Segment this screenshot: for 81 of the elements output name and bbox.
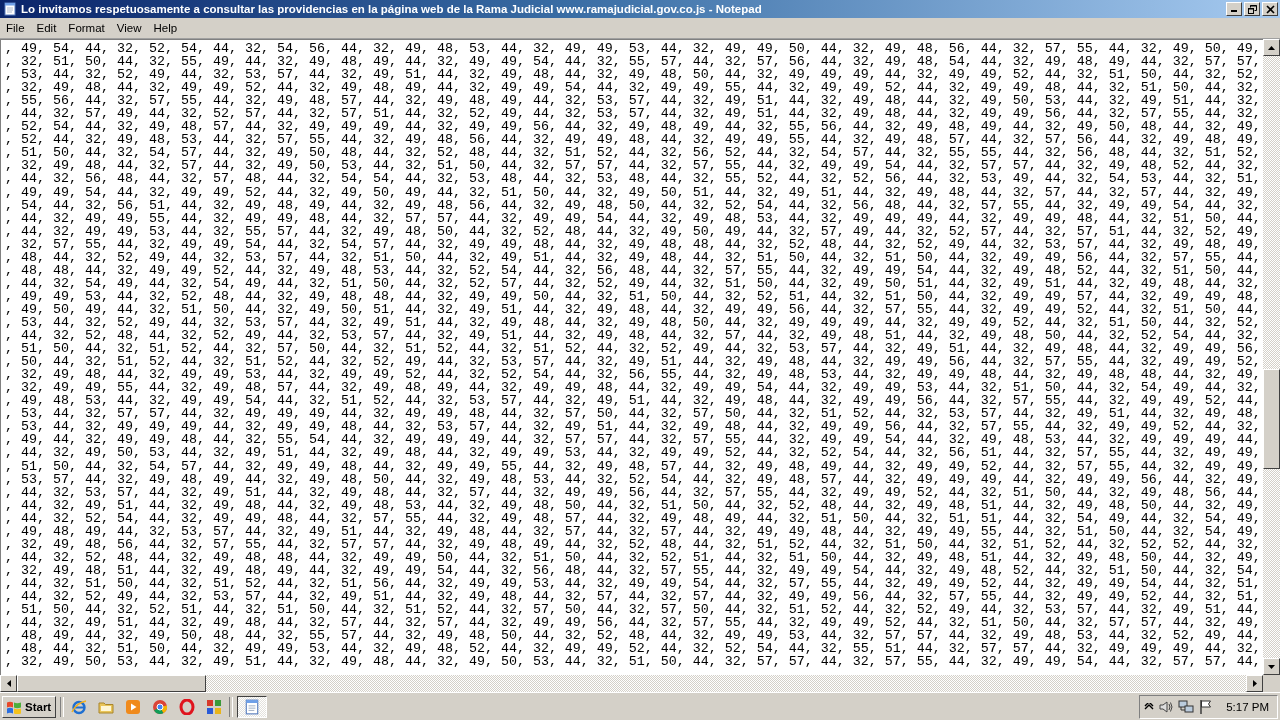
text-line: , 32, 49, 49, 55, 44, 32, 49, 48, 57, 44, 32, 49, 48, 49, 44, 32, 49, 49, 48, 44, 32, 49, 49, 54, 44, 32, 49, 49, 53, 44, 32, 51, 50, 44, 32, 54, 49, 44, 32, bbox=[5, 381, 1261, 395]
text-line: , 49, 49, 54, 44, 32, 49, 49, 52, 44, 32, 49, 50, 49, 44, 32, 51, 50, 44, 32, 49, 50, 51, 44, 32, 49, 51, 44, 32, 49, 48, 44, 32, 57, 44, 32, 57, 44, 32, 49, bbox=[5, 185, 1261, 199]
text-line: , 51, 50, 44, 32, 51, 52, 44, 32, 57, 50, 44, 32, 51, 52, 44, 32, 51, 52, 44, 32, 52, 49, 44, 32, 53, 57, 44, 32, 49, 51, 44, 32, 49, 48, 44, 32, 49, 49, 56, bbox=[5, 342, 1261, 356]
scroll-down-button[interactable] bbox=[1263, 658, 1280, 675]
text-line: , 55, 56, 44, 32, 57, 55, 44, 32, 49, 48, 57, 44, 32, 49, 48, 49, 44, 32, 53, 57, 44, 32, 49, 51, 44, 32, 49, 48, 44, 32, 49, 50, 53, 44, 32, 49, 51, 44, 32, bbox=[5, 94, 1261, 108]
speaker-icon[interactable] bbox=[1158, 698, 1175, 715]
text-line: , 32, 57, 55, 44, 32, 49, 49, 54, 44, 32, 54, 57, 44, 32, 49, 49, 48, 44, 32, 49, 48, 48, 44, 32, 52, 48, 44, 32, 52, 49, 44, 32, 53, 57, 44, 32, 49, 48, 49, bbox=[5, 237, 1261, 251]
text-line: , 49, 44, 32, 49, 49, 48, 44, 32, 55, 54, 44, 32, 49, 49, 49, 44, 32, 57, 57, 44, 32, 57, 55, 44, 32, 49, 49, 54, 44, 32, 49, 48, 53, 44, 32, 49, 49, 49, 44, bbox=[5, 433, 1261, 447]
text-line: , 53, 44, 32, 52, 49, 44, 32, 53, 57, 44, 32, 49, 51, 44, 32, 49, 48, 44, 32, 49, 48, 50, 44, 32, 49, 49, 49, 44, 32, 49, 49, 52, 44, 32, 51, 50, 44, 32, 52, bbox=[5, 316, 1261, 330]
left-arrow-icon bbox=[6, 680, 11, 687]
text-line: , 44, 32, 49, 49, 55, 44, 32, 49, 49, 48, 44, 32, 57, 57, 44, 32, 49, 49, 54, 44, 32, 49, 48, 53, 44, 32, 49, 49, 49, 44, 32, 49, 49, 48, 44, 32, 51, 50, 44, bbox=[5, 211, 1261, 225]
text-line: , 53, 44, 32, 52, 49, 44, 32, 53, 57, 44, 32, 49, 51, 44, 32, 49, 48, 44, 32, 49, 48, 50, 44, 32, 49, 49, 49, 44, 32, 49, 49, 52, 44, 32, 51, 50, 44, 32, 52, bbox=[5, 68, 1261, 82]
menu-item[interactable]: View bbox=[110, 21, 148, 35]
text-line: , 49, 48, 53, 44, 32, 49, 49, 54, 44, 32, 51, 52, 44, 32, 53, 57, 44, 32, 49, 51, 44, 32, 49, 48, 44, 32, 49, 49, 56, 44, 32, 57, 55, 44, 32, 49, 49, 52, 44, bbox=[5, 394, 1261, 408]
close-button[interactable] bbox=[1262, 2, 1278, 16]
text-line: , 53, 57, 44, 32, 49, 48, 49, 44, 32, 49, 48, 50, 44, 32, 49, 48, 53, 44, 32, 52, 54, 44, 32, 49, 48, 57, 44, 32, 49, 49, 49, 44, 32, 49, 49, 56, 44, 32, 49, bbox=[5, 472, 1261, 486]
text-line: , 49, 50, 49, 44, 32, 51, 50, 44, 32, 49, 50, 51, 44, 32, 49, 51, 44, 32, 49, 48, 44, 32, 49, 49, 56, 44, 32, 57, 55, 44, 32, 49, 49, 52, 44, 32, 51, 50, 44, bbox=[5, 302, 1261, 316]
text-line: , 53, 44, 32, 57, 57, 44, 32, 49, 49, 49, 44, 32, 49, 49, 48, 44, 32, 57, 50, 44, 32, 57, 50, 44, 32, 51, 52, 44, 32, 53, 57, 44, 32, 49, 51, 44, 32, 49, 48, bbox=[5, 407, 1261, 421]
text-line: , 32, 49, 48, 56, 44, 32, 57, 55, 44, 32, 57, 57, 44, 32, 49, 48, 49, 44, 32, 52, 48, 44, 32, 51, 52, 44, 32, 51, 50, 44, 32, 51, 52, 44, 32, 52, 52, 44, 32, bbox=[5, 537, 1261, 551]
text-line: , 32, 49, 48, 44, 32, 49, 49, 52, 44, 32, 49, 48, 49, 44, 32, 49, 49, 54, 44, 32, 49, 49, 55, 44, 32, 49, 49, 52, 44, 32, 49, 49, 48, 44, 32, 51, 50, 44, 32, bbox=[5, 81, 1261, 95]
text-line: , 32, 51, 50, 44, 32, 55, 49, 44, 32, 49, 48, 49, 44, 32, 49, 49, 54, 44, 32, 55, 57, 44, 32, 57, 56, 44, 32, 49, 48, 54, 44, 32, 49, 48, 49, 44, 32, 57, 57, bbox=[5, 55, 1261, 69]
chevron-up-icon[interactable] bbox=[1144, 702, 1155, 711]
scroll-up-button[interactable] bbox=[1263, 39, 1280, 56]
text-line: , 44, 32, 53, 57, 44, 32, 49, 51, 44, 32, 49, 48, 44, 32, 57, 44, 32, 49, 49, 56, 44, 32, 57, 55, 44, 32, 49, 49, 52, 44, 32, 51, 50, 44, 32, 49, 48, 56, 44, bbox=[5, 485, 1261, 499]
text-line: , 54, 44, 32, 56, 51, 44, 32, 49, 48, 49, 44, 32, 49, 48, 56, 44, 32, 49, 48, 50, 44, 32, 52, 54, 44, 32, 56, 48, 44, 32, 57, 55, 44, 32, 49, 49, 54, 44, 32, bbox=[5, 198, 1261, 212]
start-button[interactable]: Start bbox=[2, 695, 57, 718]
text-line: , 32, 49, 48, 44, 32, 49, 49, 53, 44, 32, 49, 49, 52, 44, 32, 52, 54, 44, 32, 56, 55, 44, 32, 49, 48, 53, 44, 32, 49, 49, 48, 44, 32, 49, 48, 48, 44, 32, 49, bbox=[5, 368, 1261, 382]
text-line: , 44, 32, 49, 50, 53, 44, 32, 49, 51, 44, 32, 49, 48, 44, 32, 49, 49, 53, 44, 32, 49, 49, 52, 44, 32, 52, 54, 44, 32, 56, 51, 44, 32, 57, 55, 44, 32, 49, 49, bbox=[5, 446, 1261, 460]
menu-item[interactable]: File bbox=[0, 21, 31, 35]
minimize-button[interactable] bbox=[1226, 2, 1242, 16]
text-line: , 48, 44, 32, 52, 49, 44, 32, 53, 57, 44, 32, 51, 50, 44, 32, 49, 51, 44, 32, 49, 48, 44, 32, 51, 50, 44, 32, 51, 50, 44, 32, 49, 49, 56, 44, 32, 57, 55, 44, bbox=[5, 250, 1261, 264]
scroll-thumb[interactable] bbox=[17, 675, 207, 692]
network-icon[interactable] bbox=[1178, 698, 1195, 715]
text-line: , 44, 32, 52, 49, 44, 32, 53, 57, 44, 32, 49, 51, 44, 32, 49, 48, 44, 32, 57, 44, 32, 57, 44, 32, 49, 49, 56, 44, 32, 57, 55, 44, 32, 49, 49, 52, 44, 32, 51, bbox=[5, 589, 1261, 603]
menu-item[interactable]: Format bbox=[62, 21, 111, 35]
text-line: , 49, 54, 44, 32, 52, 54, 44, 32, 54, 56, 44, 32, 49, 48, 53, 44, 32, 49, 49, 53, 44, 32, 49, 49, 50, 44, 32, 49, 48, 56, 44, 32, 57, 55, 44, 32, 49, 50, 49, bbox=[5, 42, 1261, 56]
text-line: , 52, 54, 44, 32, 49, 48, 57, 44, 32, 49, 49, 49, 44, 32, 49, 49, 56, 44, 32, 49, 48, 49, 44, 32, 55, 56, 44, 32, 49, 48, 49, 44, 32, 49, 50, 48, 44, 32, 49, bbox=[5, 120, 1261, 134]
text-line: , 32, 49, 48, 44, 32, 57, 44, 32, 49, 50, 53, 44, 32, 51, 50, 44, 32, 57, 57, 44, 32, 57, 55, 44, 32, 49, 49, 54, 44, 32, 57, 57, 44, 32, 49, 48, 52, 44, 32, bbox=[5, 159, 1261, 173]
text-line: , 52, 44, 32, 49, 48, 53, 44, 32, 57, 55, 44, 32, 49, 48, 56, 44, 32, 49, 49, 48, 44, 32, 49, 49, 55, 44, 32, 49, 48, 57, 44, 32, 57, 56, 44, 32, 49, 48, 49, bbox=[5, 133, 1261, 147]
text-line: , 48, 49, 44, 32, 49, 50, 48, 44, 32, 55, 57, 44, 32, 49, 48, 50, 44, 32, 52, 48, 44, 32, 49, 49, 53, 44, 32, 57, 57, 44, 32, 49, 48, 53, 44, 32, 52, 49, 44, bbox=[5, 629, 1261, 643]
menu-item[interactable]: Edit bbox=[30, 21, 63, 35]
text-line: , 44, 32, 52, 48, 44, 32, 52, 49, 44, 32, 53, 57, 44, 32, 49, 51, 44, 32, 49, 48, 44, 32, 57, 44, 32, 49, 48, 51, 44, 32, 49, 48, 50, 44, 32, 52, 54, 44, 32, bbox=[5, 329, 1261, 343]
close-icon bbox=[1265, 4, 1275, 14]
scroll-thumb[interactable] bbox=[1263, 369, 1280, 470]
text-line: , 51, 50, 44, 32, 54, 57, 44, 32, 49, 49, 48, 44, 32, 49, 49, 55, 44, 32, 49, 48, 57, 44, 32, 49, 48, 49, 44, 32, 49, 49, 52, 44, 32, 57, 55, 44, 32, 49, 49, bbox=[5, 459, 1261, 473]
scroll-left-button[interactable] bbox=[0, 675, 17, 692]
menu-item[interactable]: Help bbox=[147, 21, 184, 35]
scroll-right-button[interactable] bbox=[1246, 675, 1263, 692]
text-line: , 53, 44, 32, 49, 49, 49, 44, 32, 49, 49, 48, 44, 32, 53, 57, 44, 32, 49, 51, 44, 32, 49, 48, 44, 32, 49, 49, 56, 44, 32, 57, 55, 44, 32, 49, 49, 52, 44, 32, bbox=[5, 420, 1261, 434]
right-arrow-icon bbox=[1252, 680, 1257, 687]
text-line: , 44, 32, 52, 48, 44, 32, 49, 48, 48, 44, 32, 49, 49, 50, 44, 32, 51, 50, 44, 32, 52, 51, 44, 32, 51, 50, 44, 32, 49, 48, 51, 44, 32, 49, 48, 50, 44, 32, 49, bbox=[5, 550, 1261, 564]
text-line: , 44, 32, 56, 48, 44, 32, 57, 48, 44, 32, 54, 54, 44, 32, 53, 48, 44, 32, 53, 48, 44, 32, 55, 52, 44, 32, 52, 56, 44, 32, 53, 49, 44, 32, 54, 53, 44, 32, 51, bbox=[5, 172, 1261, 186]
text-line: , 49, 49, 53, 44, 32, 52, 48, 44, 32, 49, 48, 48, 44, 32, 49, 49, 50, 44, 32, 51, 50, 44, 32, 52, 51, 44, 32, 51, 50, 44, 32, 49, 49, 57, 44, 32, 49, 49, 48, bbox=[5, 289, 1261, 303]
text-line: , 44, 32, 51, 50, 44, 32, 51, 52, 44, 32, 51, 56, 44, 32, 49, 49, 53, 44, 32, 49, 49, 54, 44, 32, 57, 55, 44, 32, 49, 49, 52, 44, 32, 49, 49, 54, 44, 32, 51, bbox=[5, 576, 1261, 590]
text-line: , 49, 48, 49, 44, 32, 53, 57, 44, 32, 49, 51, 44, 32, 49, 48, 44, 32, 57, 44, 32, 57, 44, 32, 49, 49, 48, 44, 32, 49, 49, 55, 44, 32, 51, 50, 44, 32, 54, 49, bbox=[5, 524, 1261, 538]
notepad-icon bbox=[3, 2, 17, 16]
text-line: , 51, 50, 44, 32, 54, 57, 44, 32, 49, 50, 48, 44, 32, 52, 48, 44, 32, 51, 52, 44, 32, 56, 52, 44, 32, 54, 57, 44, 32, 55, 55, 44, 32, 56, 48, 44, 32, 51, 52, bbox=[5, 146, 1261, 160]
down-arrow-icon bbox=[1268, 664, 1275, 669]
text-line: , 51, 50, 44, 32, 52, 51, 44, 32, 51, 50, 44, 32, 51, 52, 44, 32, 57, 50, 44, 32, 57, 50, 44, 32, 51, 52, 44, 32, 52, 49, 44, 32, 53, 57, 44, 32, 49, 51, 44, bbox=[5, 603, 1261, 617]
text-line: , 50, 44, 32, 51, 52, 44, 32, 51, 52, 44, 32, 52, 49, 44, 32, 53, 57, 44, 32, 49, 51, 44, 32, 49, 48, 44, 32, 49, 49, 56, 44, 32, 57, 55, 44, 32, 49, 49, 52, bbox=[5, 355, 1261, 369]
window-title: Lo invitamos respetuosamente a consultar las providencias en la página web de la Rama Judicial www.ramajudicial.gov.co.js - Notepad bbox=[21, 3, 763, 15]
text-line: , 44, 32, 54, 49, 44, 32, 54, 49, 44, 32, 51, 50, 44, 32, 52, 57, 44, 32, 52, 49, 44, 32, 51, 50, 44, 32, 49, 50, 51, 44, 32, 49, 51, 44, 32, 49, 48, 44, 32, bbox=[5, 276, 1261, 290]
text-line: , 44, 32, 57, 49, 44, 32, 52, 57, 44, 32, 57, 51, 44, 32, 52, 49, 44, 32, 53, 57, 44, 32, 49, 51, 44, 32, 49, 48, 44, 32, 49, 49, 56, 44, 32, 57, 55, 44, 32, bbox=[5, 107, 1261, 121]
vertical-scrollbar[interactable] bbox=[1263, 39, 1280, 675]
horizontal-scrollbar[interactable] bbox=[0, 675, 1263, 692]
text-line: , 44, 32, 49, 51, 44, 32, 49, 48, 44, 32, 49, 48, 53, 44, 32, 49, 48, 50, 44, 32, 51, 50, 44, 32, 52, 48, 44, 32, 49, 48, 51, 44, 32, 49, 48, 50, 44, 32, 49, bbox=[5, 498, 1261, 512]
text-line: , 44, 32, 49, 51, 44, 32, 49, 48, 44, 32, 57, 44, 32, 57, 44, 32, 49, 49, 56, 44, 32, 57, 55, 44, 32, 49, 49, 52, 44, 32, 51, 50, 44, 32, 57, 57, 44, 32, 49, bbox=[5, 616, 1261, 630]
text-line: , 48, 48, 44, 32, 49, 49, 52, 44, 32, 49, 48, 53, 44, 32, 52, 54, 44, 32, 56, 48, 44, 32, 57, 55, 44, 32, 49, 49, 54, 44, 32, 49, 48, 52, 44, 32, 51, 50, 44, bbox=[5, 263, 1261, 277]
text-line: , 32, 49, 48, 51, 44, 32, 49, 48, 49, 44, 32, 49, 49, 54, 44, 32, 56, 48, 44, 32, 57, 55, 44, 32, 49, 49, 54, 44, 32, 49, 48, 52, 44, 32, 51, 50, 44, 32, 54, bbox=[5, 563, 1261, 577]
restore-button[interactable] bbox=[1244, 2, 1260, 16]
text-line: , 48, 44, 32, 51, 50, 44, 32, 49, 49, 53, 44, 32, 49, 48, 52, 44, 32, 49, 49, 52, 44, 32, 52, 54, 44, 32, 55, 51, 44, 32, 57, 57, 44, 32, 49, 49, 49, 44, 32, bbox=[5, 642, 1261, 656]
taskbar-button[interactable] bbox=[237, 695, 268, 718]
flag-logo-icon bbox=[6, 699, 22, 714]
up-arrow-icon bbox=[1268, 45, 1275, 50]
text-line: , 32, 49, 50, 53, 44, 32, 49, 51, 44, 32, 49, 48, 44, 32, 49, 50, 53, 44, 32, 51, 50, 44, 32, 57, 57, 44, 32, 57, 55, 44, 32, 49, 49, 54, 44, 32, 57, 57, 44, bbox=[5, 655, 1261, 669]
text-line: , 44, 32, 49, 49, 53, 44, 32, 55, 57, 44, 32, 49, 48, 50, 44, 32, 52, 48, 44, 32, 49, 50, 49, 44, 32, 57, 49, 44, 32, 52, 57, 44, 32, 57, 51, 44, 32, 52, 49, bbox=[5, 224, 1261, 238]
text-line: , 44, 32, 52, 54, 44, 32, 49, 49, 48, 44, 32, 57, 55, 44, 32, 49, 48, 57, 44, 32, 49, 48, 49, 44, 32, 51, 50, 44, 32, 51, 51, 44, 32, 54, 49, 44, 32, 54, 49, bbox=[5, 511, 1261, 525]
clock: 5:17 PM bbox=[1226, 700, 1269, 713]
minimize-icon bbox=[1231, 10, 1237, 12]
notepad-icon bbox=[244, 698, 261, 715]
restore-icon bbox=[1247, 4, 1257, 14]
